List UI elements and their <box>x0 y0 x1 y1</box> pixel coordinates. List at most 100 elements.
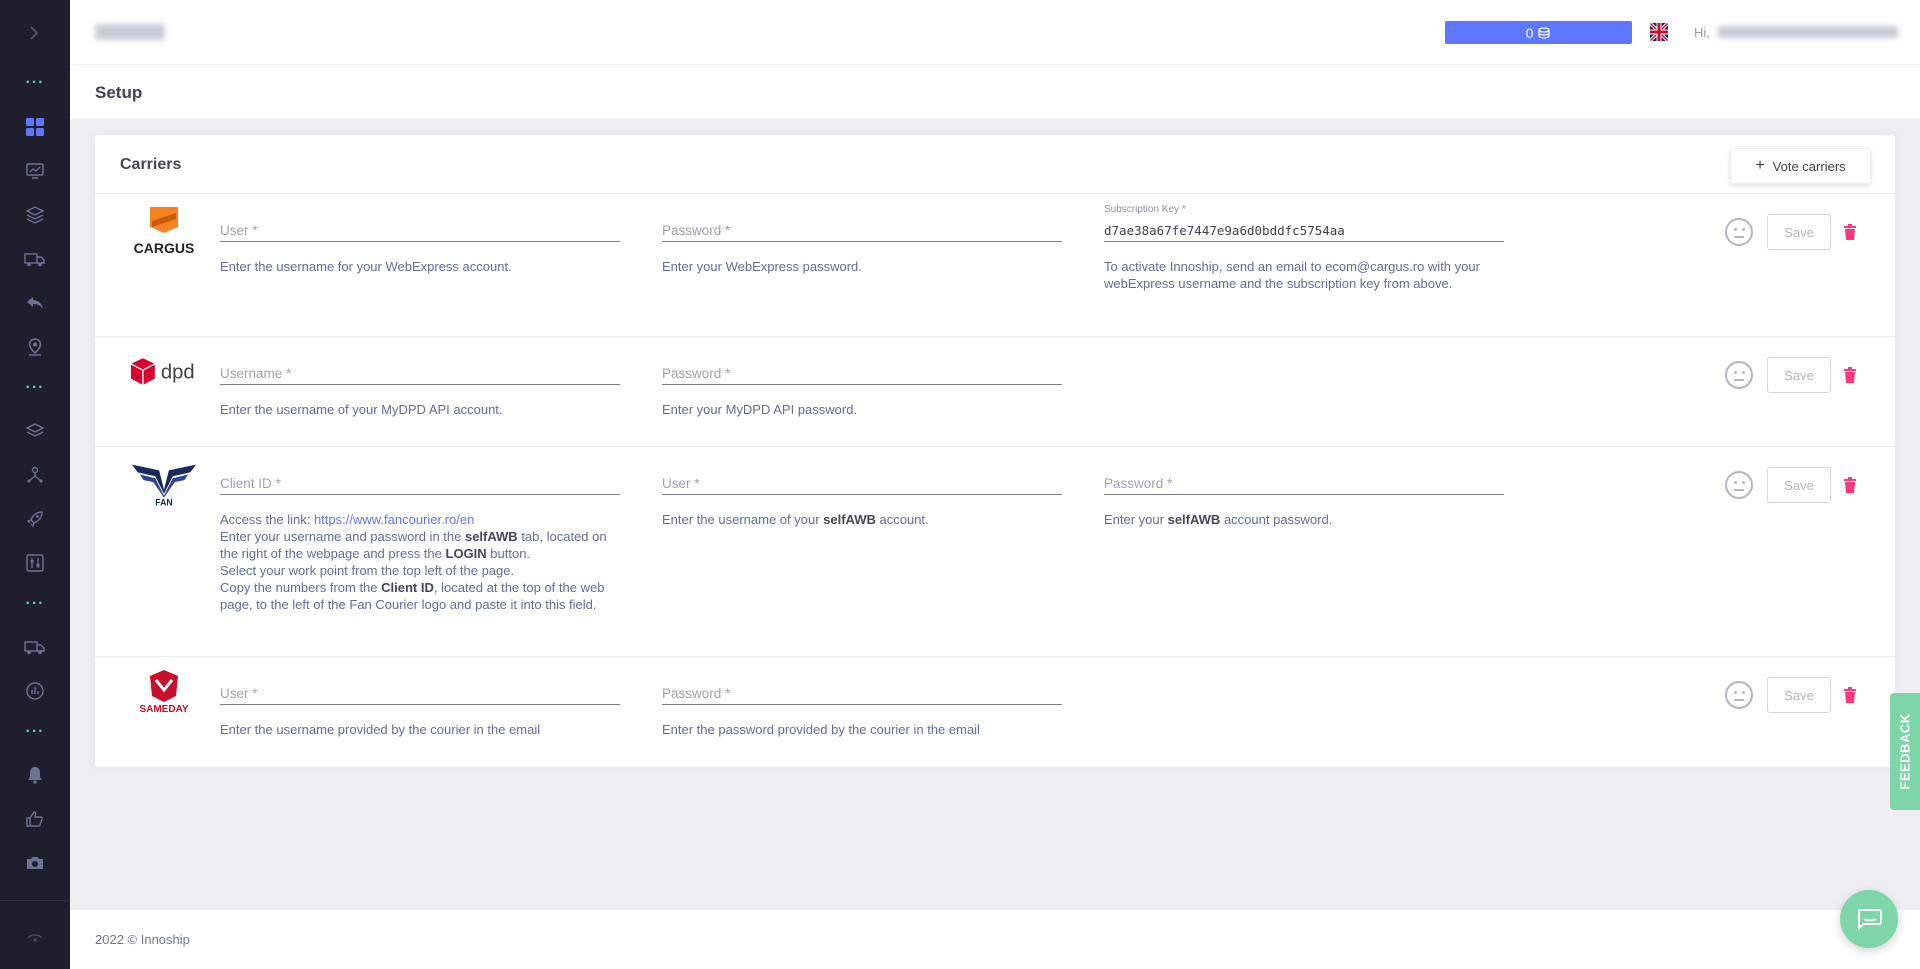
footer: 2022 © Innoship <box>70 910 1920 969</box>
chat-launcher-button[interactable] <box>1840 890 1898 948</box>
sidebar-item-locations[interactable] <box>0 332 70 362</box>
sidebar-item-network[interactable] <box>0 460 70 490</box>
network-icon <box>27 466 43 483</box>
feedback-tab[interactable]: FEEDBACK <box>1890 693 1920 810</box>
svg-text:dpd: dpd <box>161 362 195 384</box>
sameday-password-field[interactable]: Password * Enter the password provided b… <box>662 681 1062 751</box>
cargus-save-button[interactable]: Save <box>1767 214 1831 250</box>
more-dots-icon: ··· <box>25 379 45 396</box>
cargus-subscription-key-field[interactable]: Subscription Key * d7ae38a67fe7447e9a6d0… <box>1104 204 1504 324</box>
sameday-logo: SAMEDAY <box>130 665 198 721</box>
fan-client-id-field[interactable]: Client ID * Access the link: https://www… <box>220 471 620 651</box>
carrier-row-dpd: dpd Username * Enter the username of you… <box>95 337 1895 447</box>
sidebar-item-returns[interactable] <box>0 288 70 318</box>
monitor-chart-icon <box>26 163 44 179</box>
more-dots-icon: ··· <box>25 723 45 740</box>
sidebar-item-signal[interactable] <box>0 920 70 950</box>
dpd-username-field[interactable]: Username * Enter the username of your My… <box>220 361 620 431</box>
bell-icon <box>28 767 42 784</box>
greeting-label: Hi, <box>1694 25 1710 40</box>
footer-copyright: 2022 © Innoship <box>95 932 190 947</box>
fancourier-link[interactable]: https://www.fancourier.ro/en <box>314 512 474 527</box>
fan-password-field[interactable]: Password * Enter your selfAWB account pa… <box>1104 471 1504 541</box>
dpd-password-input[interactable]: Password * <box>662 361 1062 385</box>
carriers-card: Carriers + Vote carriers CARGUS User * E… <box>95 135 1895 767</box>
trash-icon[interactable] <box>1843 224 1857 240</box>
dpd-username-help: Enter the username of your MyDPD API acc… <box>220 402 503 417</box>
reply-arrow-icon <box>27 297 43 309</box>
fan-client-id-input[interactable]: Client ID * <box>220 471 620 495</box>
credits-bar[interactable]: 0 <box>1445 21 1632 44</box>
subscription-key-help: To activate Innoship, send an email to e… <box>1104 259 1480 291</box>
trash-icon[interactable] <box>1843 687 1857 703</box>
feedback-label: FEEDBACK <box>1897 713 1913 790</box>
language-flag-uk-icon[interactable] <box>1650 23 1668 41</box>
svg-text:SAMEDAY: SAMEDAY <box>139 704 188 715</box>
sameday-user-field[interactable]: User * Enter the username provided by th… <box>220 681 620 751</box>
sidebar-item-notifications[interactable] <box>0 760 70 790</box>
fan-client-id-help: Access the link: https://www.fancourier.… <box>220 512 607 612</box>
sidebar-item-stack[interactable] <box>0 416 70 446</box>
sidebar-item-shipments[interactable] <box>0 244 70 274</box>
neutral-face-icon <box>1725 681 1753 709</box>
dpd-save-button[interactable]: Save <box>1767 357 1831 393</box>
fan-password-input[interactable]: Password * <box>1104 471 1504 495</box>
cargus-password-field[interactable]: Password * Enter your WebExpress passwor… <box>662 218 1062 308</box>
fan-save-button[interactable]: Save <box>1767 467 1831 503</box>
sidebar-section-dots-3: ··· <box>0 589 70 619</box>
cargus-user-input[interactable]: User * <box>220 218 620 242</box>
neutral-face-icon <box>1725 471 1753 499</box>
sameday-password-input[interactable]: Password * <box>662 681 1062 705</box>
svg-text:CARGUS: CARGUS <box>134 240 195 256</box>
sidebar-item-analytics[interactable] <box>0 156 70 186</box>
cargus-password-input[interactable]: Password * <box>662 218 1062 242</box>
dpd-actions: Save <box>1725 357 1857 393</box>
subscription-key-input[interactable]: d7ae38a67fe7447e9a6d0bddfc5754aa <box>1104 218 1504 242</box>
sameday-save-button[interactable]: Save <box>1767 677 1831 713</box>
sidebar: ··· ··· ··· ··· <box>0 0 70 969</box>
page-title: Setup <box>95 83 143 102</box>
credits-value: 0 <box>1525 24 1534 41</box>
fan-user-input[interactable]: User * <box>662 471 1062 495</box>
dpd-password-help: Enter your MyDPD API password. <box>662 402 858 417</box>
box-layers-icon <box>25 206 45 224</box>
subheader: Setup <box>70 65 1920 119</box>
camera-icon <box>27 857 43 869</box>
dpd-password-field[interactable]: Password * Enter your MyDPD API password… <box>662 361 1062 431</box>
sidebar-item-camera[interactable] <box>0 848 70 878</box>
trash-icon[interactable] <box>1843 477 1857 493</box>
carrier-row-fancourier: FAN Client ID * Access the link: https:/… <box>95 447 1895 657</box>
coins-icon <box>1538 26 1550 39</box>
sameday-user-input[interactable]: User * <box>220 681 620 705</box>
vote-carriers-button[interactable]: + Vote carriers <box>1730 148 1871 184</box>
fan-actions: Save <box>1725 467 1857 503</box>
sidebar-item-reports[interactable] <box>0 676 70 706</box>
sidebar-item-settings[interactable] <box>0 548 70 578</box>
sidebar-item-delivery[interactable] <box>0 632 70 662</box>
sidebar-section-dots-2: ··· <box>0 373 70 403</box>
sidebar-item-layers[interactable] <box>0 200 70 230</box>
dpd-username-input[interactable]: Username * <box>220 361 620 385</box>
sameday-actions: Save <box>1725 677 1857 713</box>
sliders-icon <box>26 554 44 572</box>
trash-icon[interactable] <box>1843 367 1857 383</box>
subscription-key-label: Subscription Key * <box>1104 204 1186 215</box>
vote-carriers-label: Vote carriers <box>1772 158 1846 174</box>
fan-user-field[interactable]: User * Enter the username of your selfAW… <box>662 471 1062 541</box>
sidebar-toggle-button[interactable] <box>0 0 70 65</box>
cargus-user-field[interactable]: User * Enter the username for your WebEx… <box>220 218 620 308</box>
carrier-row-sameday: SAMEDAY User * Enter the username provid… <box>95 657 1895 765</box>
fan-user-help: Enter the username of your selfAWB accou… <box>662 512 929 527</box>
sidebar-item-feedback[interactable] <box>0 804 70 834</box>
map-pin-icon <box>28 338 42 356</box>
fancourier-logo: FAN <box>130 457 198 513</box>
sidebar-item-dashboard[interactable] <box>0 112 70 142</box>
account-name-blurred <box>95 24 165 40</box>
cargus-password-help: Enter your WebExpress password. <box>662 259 862 274</box>
carrier-row-cargus: CARGUS User * Enter the username for you… <box>95 194 1895 337</box>
sidebar-divider <box>0 900 70 901</box>
neutral-face-icon <box>1725 361 1753 389</box>
sidebar-item-launch[interactable] <box>0 504 70 534</box>
more-dots-icon: ··· <box>25 74 45 91</box>
user-email-blurred[interactable] <box>1718 26 1898 38</box>
